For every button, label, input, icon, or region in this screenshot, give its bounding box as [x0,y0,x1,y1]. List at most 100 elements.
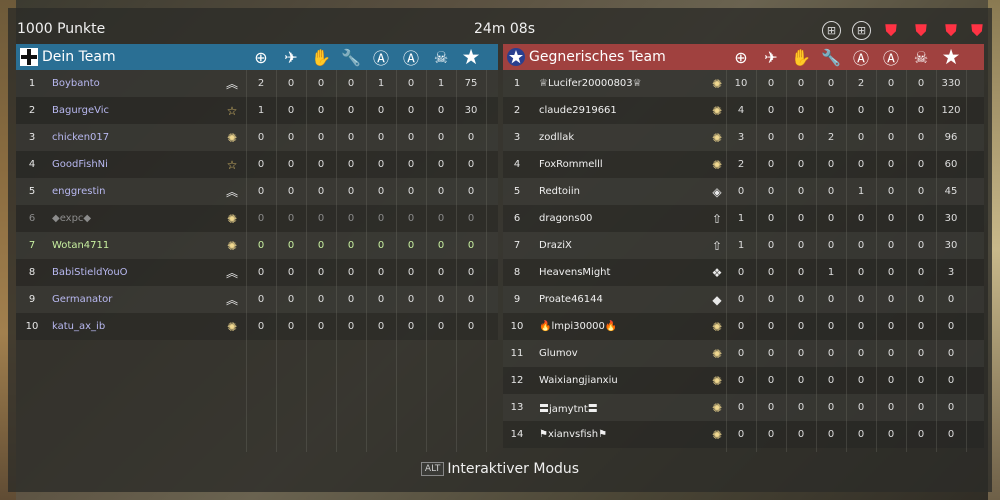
player-name[interactable]: Wotan4711 [52,240,109,251]
player-name[interactable]: enggrestin [52,186,105,197]
player-row[interactable]: 3 zodllak ✺ 3 0 0 2 0 0 0 96 [503,124,984,151]
player-position: 9 [513,294,521,305]
player-row[interactable]: 2 claude2919661 ✺ 4 0 0 0 0 0 0 120 [503,97,984,124]
stat-skull: 0 [917,213,925,224]
player-name[interactable]: Boybanto [52,78,100,89]
stat-skull: 0 [437,321,445,332]
stat-wrench: 0 [827,402,835,413]
wrench-icon[interactable]: 🔧 [336,44,366,70]
player-position: 1 [513,78,521,89]
player-name[interactable]: Redtoiin [539,186,580,197]
stat-star: 0 [467,132,475,143]
star-icon[interactable]: ★ [456,44,486,70]
player-row[interactable]: 6 dragons00 ⇧ 1 0 0 0 0 0 0 30 [503,205,984,232]
stat-crosshair: 1 [257,105,265,116]
stat-assist: 0 [887,132,895,143]
player-position: 12 [510,375,524,386]
stat-assist: 0 [407,294,415,305]
plane-icon[interactable]: ✈ [276,44,306,70]
capture-shield-icon[interactable]: Ⓐ [846,44,876,70]
chevron-rank-icon: ︽ [225,266,238,280]
player-row[interactable]: 4 FoxRommelll ✺ 2 0 0 0 0 0 0 60 [503,151,984,178]
player-name[interactable]: BabiStieldYouO [52,267,128,278]
stat-wrench: 0 [347,159,355,170]
player-name[interactable]: BagurgeVic [52,105,109,116]
stat-crosshair: 0 [257,213,265,224]
player-row[interactable]: 13 〓jamytnt〓 ✺ 0 0 0 0 0 0 0 0 [503,394,984,421]
stat-assist: 0 [407,159,415,170]
stat-capture-shield: 1 [377,78,385,89]
stat-hand: 0 [797,159,805,170]
stat-skull: 0 [437,105,445,116]
stat-wrench: 0 [347,132,355,143]
stat-capture-shield: 0 [377,240,385,251]
player-name[interactable]: GoodFishNi [52,159,108,170]
player-name[interactable]: dragons00 [539,213,592,224]
stat-crosshair: 0 [257,240,265,251]
player-position: 1 [28,78,36,89]
stat-star: 0 [467,321,475,332]
player-row[interactable]: 12 Waixiangjianxiu ✺ 0 0 0 0 0 0 0 0 [503,367,984,394]
crosshair-icon[interactable]: ⊕ [246,44,276,70]
stat-star: 0 [947,375,955,386]
enemy-team-header: Gegnerisches Team ⊕ ✈ ✋ 🔧 Ⓐ Ⓐ ☠ ★ [503,44,984,70]
player-name[interactable]: Proate46144 [539,294,603,305]
stat-assist: 0 [407,186,415,197]
player-row[interactable]: 10 🔥lmpi30000🔥 ✺ 0 0 0 0 0 0 0 0 [503,313,984,340]
player-position: 6 [513,213,521,224]
crosshair-icon[interactable]: ⊕ [726,44,756,70]
player-name[interactable]: chicken017 [52,132,109,143]
player-row[interactable]: 5 Redtoiin ◈ 0 0 0 0 1 0 0 45 [503,178,984,205]
stat-plane: 0 [767,375,775,386]
player-name[interactable]: ♕Lucifer20000803♕ [539,78,642,89]
player-name[interactable]: ⚑xianvsfish⚑ [539,429,607,440]
match-timer: 24m 08s [474,21,536,37]
player-name[interactable]: Glumov [539,348,578,359]
stat-star: 30 [944,213,958,224]
player-row[interactable]: 7 DraziX ⇧ 1 0 0 0 0 0 0 30 [503,232,984,259]
stat-capture-shield: 0 [857,402,865,413]
player-row[interactable]: 1 ♕Lucifer20000803♕ ✺ 10 0 0 0 2 0 0 330 [503,70,984,97]
stat-plane: 0 [767,402,775,413]
player-row[interactable]: 11 Glumov ✺ 0 0 0 0 0 0 0 0 [503,340,984,367]
player-name[interactable]: Germanator [52,294,112,305]
stat-capture-shield: 0 [857,294,865,305]
stat-capture-shield: 0 [857,375,865,386]
player-name[interactable]: claude2919661 [539,105,617,116]
player-row[interactable]: 8 HeavensMight ❖ 0 0 0 1 0 0 0 3 [503,259,984,286]
player-name[interactable]: 〓jamytnt〓 [539,400,598,415]
player-name[interactable]: DraziX [539,240,572,251]
stat-crosshair: 0 [737,321,745,332]
player-name[interactable]: zodllak [539,132,574,143]
stat-star: 96 [944,132,958,143]
stat-skull: 0 [437,267,445,278]
stat-star: 0 [467,213,475,224]
player-row[interactable]: 9 Proate46144 ◆ 0 0 0 0 0 0 0 0 [503,286,984,313]
player-name[interactable]: Waixiangjianxiu [539,375,618,386]
plane-icon[interactable]: ✈ [756,44,786,70]
stat-assist: 0 [887,105,895,116]
stat-plane: 0 [287,267,295,278]
stat-plane: 0 [767,213,775,224]
iron-cross-icon [16,44,42,70]
skull-icon[interactable]: ☠ [906,44,936,70]
stat-crosshair: 0 [257,267,265,278]
stat-hand: 0 [797,213,805,224]
player-name[interactable]: katu_ax_ib [52,321,105,332]
player-name[interactable]: FoxRommelll [539,159,603,170]
star-icon[interactable]: ★ [936,44,966,70]
stat-star: 0 [947,402,955,413]
hand-icon[interactable]: ✋ [786,44,816,70]
stat-assist: 0 [887,429,895,440]
player-name[interactable]: 🔥lmpi30000🔥 [539,321,617,332]
capture-shield-icon[interactable]: Ⓐ [366,44,396,70]
skull-icon[interactable]: ☠ [426,44,456,70]
player-name[interactable]: HeavensMight [539,267,610,278]
assist-icon[interactable]: Ⓐ [396,44,426,70]
hand-icon[interactable]: ✋ [306,44,336,70]
player-name[interactable]: ◆expc◆ [52,213,91,224]
player-row[interactable]: 14 ⚑xianvsfish⚑ ✺ 0 0 0 0 0 0 0 0 [503,421,984,448]
wrench-icon[interactable]: 🔧 [816,44,846,70]
column-divider [756,70,757,452]
assist-icon[interactable]: Ⓐ [876,44,906,70]
